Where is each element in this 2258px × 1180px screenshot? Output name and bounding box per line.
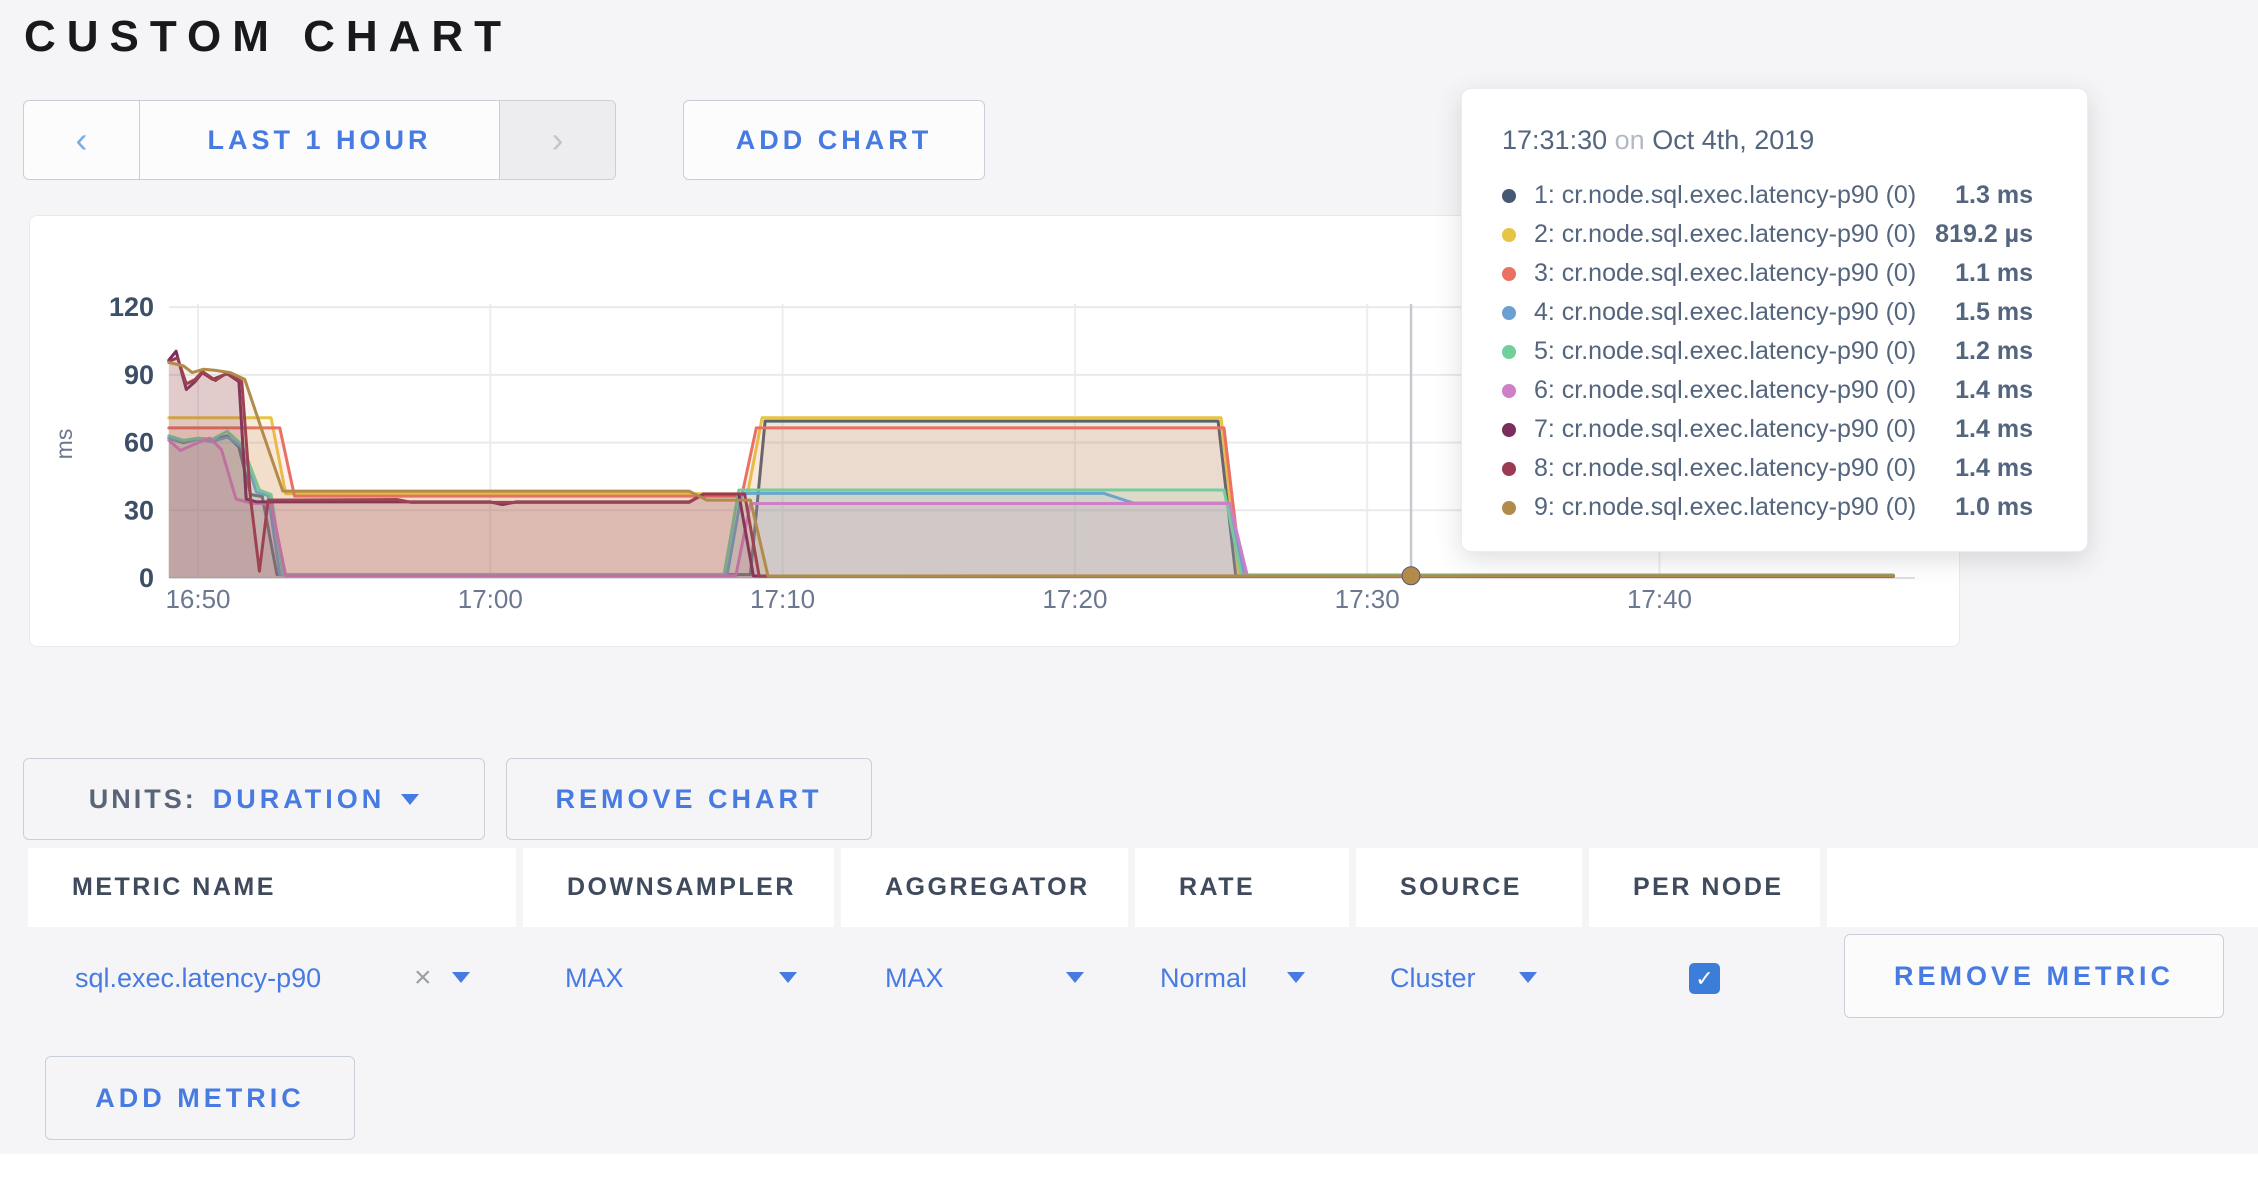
svg-text:17:00: 17:00 [458, 584, 523, 614]
series-label: 1: cr.node.sql.exec.latency-p90 (0) [1534, 181, 1955, 210]
series-value: 1.4 ms [1955, 376, 2047, 405]
series-color-dot-icon [1502, 501, 1516, 515]
chevron-right-icon: › [552, 119, 564, 161]
series-value: 1.0 ms [1955, 493, 2047, 522]
aggregator-caret-down-icon[interactable] [1066, 972, 1084, 983]
series-label: 6: cr.node.sql.exec.latency-p90 (0) [1534, 376, 1955, 405]
series-color-dot-icon [1502, 384, 1516, 398]
series-value: 1.2 ms [1955, 337, 2047, 366]
tooltip-series-row: 1: cr.node.sql.exec.latency-p90 (0)1.3 m… [1502, 176, 2047, 215]
units-value: DURATION [213, 784, 385, 815]
series-color-dot-icon [1502, 228, 1516, 242]
series-color-dot-icon [1502, 267, 1516, 281]
series-label: 2: cr.node.sql.exec.latency-p90 (0) [1534, 220, 1935, 249]
page-title: CUSTOM CHART [24, 12, 512, 62]
svg-text:17:30: 17:30 [1335, 584, 1400, 614]
svg-text:60: 60 [124, 428, 154, 458]
metric-caret-down-icon[interactable] [452, 972, 470, 983]
header-downsampler: DOWNSAMPLER [523, 848, 834, 927]
metric-name-input[interactable]: sql.exec.latency-p90 [75, 928, 321, 1028]
series-value: 1.4 ms [1955, 415, 2047, 444]
svg-text:17:40: 17:40 [1627, 584, 1692, 614]
add-chart-button[interactable]: ADD CHART [683, 100, 985, 180]
series-value: 1.4 ms [1955, 454, 2047, 483]
tooltip-time: 17:31:30 [1502, 125, 1607, 155]
svg-text:16:50: 16:50 [165, 584, 230, 614]
svg-text:30: 30 [124, 495, 154, 525]
svg-text:90: 90 [124, 360, 154, 390]
aggregator-select[interactable]: MAX [885, 928, 944, 1028]
series-label: 3: cr.node.sql.exec.latency-p90 (0) [1534, 259, 1955, 288]
hover-point [1402, 567, 1420, 585]
series-color-dot-icon [1502, 306, 1516, 320]
time-range-selector: ‹ LAST 1 HOUR › [23, 100, 616, 180]
tooltip-series-list: 1: cr.node.sql.exec.latency-p90 (0)1.3 m… [1502, 176, 2047, 527]
add-metric-button[interactable]: ADD METRIC [45, 1056, 355, 1140]
caret-down-icon [401, 794, 419, 805]
svg-text:0: 0 [139, 563, 154, 593]
series-color-dot-icon [1502, 345, 1516, 359]
header-per-node: PER NODE [1589, 848, 1820, 927]
chevron-left-icon: ‹ [76, 119, 88, 161]
tooltip-series-row: 6: cr.node.sql.exec.latency-p90 (0)1.4 m… [1502, 371, 2047, 410]
tooltip-date: Oct 4th, 2019 [1652, 125, 1814, 155]
header-rate: RATE [1135, 848, 1349, 927]
downsampler-select[interactable]: MAX [565, 928, 624, 1028]
series-value: 1.5 ms [1955, 298, 2047, 327]
series-color-dot-icon [1502, 189, 1516, 203]
header-source: SOURCE [1356, 848, 1582, 927]
series-color-dot-icon [1502, 423, 1516, 437]
series-value: 1.1 ms [1955, 259, 2047, 288]
svg-text:17:10: 17:10 [750, 584, 815, 614]
svg-text:ms: ms [51, 429, 77, 460]
tooltip-series-row: 4: cr.node.sql.exec.latency-p90 (0)1.5 m… [1502, 293, 2047, 332]
chart-hover-tooltip: 17:31:30 on Oct 4th, 2019 1: cr.node.sql… [1461, 88, 2088, 552]
source-caret-down-icon[interactable] [1519, 972, 1537, 983]
metrics-table-header: METRIC NAME DOWNSAMPLER AGGREGATOR RATE … [0, 848, 2258, 927]
series-value: 1.3 ms [1955, 181, 2047, 210]
header-metric-name: METRIC NAME [28, 848, 516, 927]
time-prev-button[interactable]: ‹ [24, 101, 140, 179]
rate-caret-down-icon[interactable] [1287, 972, 1305, 983]
tooltip-timestamp: 17:31:30 on Oct 4th, 2019 [1502, 125, 2047, 156]
series-value: 819.2 µs [1935, 220, 2047, 249]
svg-text:17:20: 17:20 [1042, 584, 1107, 614]
time-next-button-disabled[interactable]: › [499, 101, 615, 179]
tooltip-series-row: 8: cr.node.sql.exec.latency-p90 (0)1.4 m… [1502, 449, 2047, 488]
check-icon: ✓ [1695, 966, 1713, 991]
units-label: UNITS: [89, 784, 197, 815]
metric-row: sql.exec.latency-p90 × MAX MAX Normal Cl… [0, 928, 2258, 1028]
tooltip-series-row: 7: cr.node.sql.exec.latency-p90 (0)1.4 m… [1502, 410, 2047, 449]
header-actions [1827, 848, 2258, 927]
downsampler-caret-down-icon[interactable] [779, 972, 797, 983]
rate-select[interactable]: Normal [1160, 928, 1247, 1028]
header-aggregator: AGGREGATOR [841, 848, 1128, 927]
units-dropdown[interactable]: UNITS: DURATION [23, 758, 485, 840]
series-color-dot-icon [1502, 462, 1516, 476]
time-range-dropdown[interactable]: LAST 1 HOUR [140, 101, 499, 179]
per-node-checkbox[interactable]: ✓ [1689, 963, 1720, 994]
tooltip-on-word: on [1615, 125, 1645, 155]
clear-metric-icon[interactable]: × [414, 928, 432, 1028]
svg-text:120: 120 [109, 292, 154, 322]
page-bottom-strip [0, 1154, 2258, 1180]
tooltip-series-row: 5: cr.node.sql.exec.latency-p90 (0)1.2 m… [1502, 332, 2047, 371]
series-label: 7: cr.node.sql.exec.latency-p90 (0) [1534, 415, 1955, 444]
series-label: 5: cr.node.sql.exec.latency-p90 (0) [1534, 337, 1955, 366]
remove-metric-button[interactable]: REMOVE METRIC [1844, 934, 2224, 1018]
series-label: 8: cr.node.sql.exec.latency-p90 (0) [1534, 454, 1955, 483]
series-label: 4: cr.node.sql.exec.latency-p90 (0) [1534, 298, 1955, 327]
remove-chart-button[interactable]: REMOVE CHART [506, 758, 872, 840]
tooltip-series-row: 2: cr.node.sql.exec.latency-p90 (0)819.2… [1502, 215, 2047, 254]
custom-chart-page: CUSTOM CHART ‹ LAST 1 HOUR › ADD CHART 1… [0, 0, 2258, 1180]
tooltip-series-row: 9: cr.node.sql.exec.latency-p90 (0)1.0 m… [1502, 488, 2047, 527]
source-select[interactable]: Cluster [1390, 928, 1476, 1028]
tooltip-series-row: 3: cr.node.sql.exec.latency-p90 (0)1.1 m… [1502, 254, 2047, 293]
series-label: 9: cr.node.sql.exec.latency-p90 (0) [1534, 493, 1955, 522]
